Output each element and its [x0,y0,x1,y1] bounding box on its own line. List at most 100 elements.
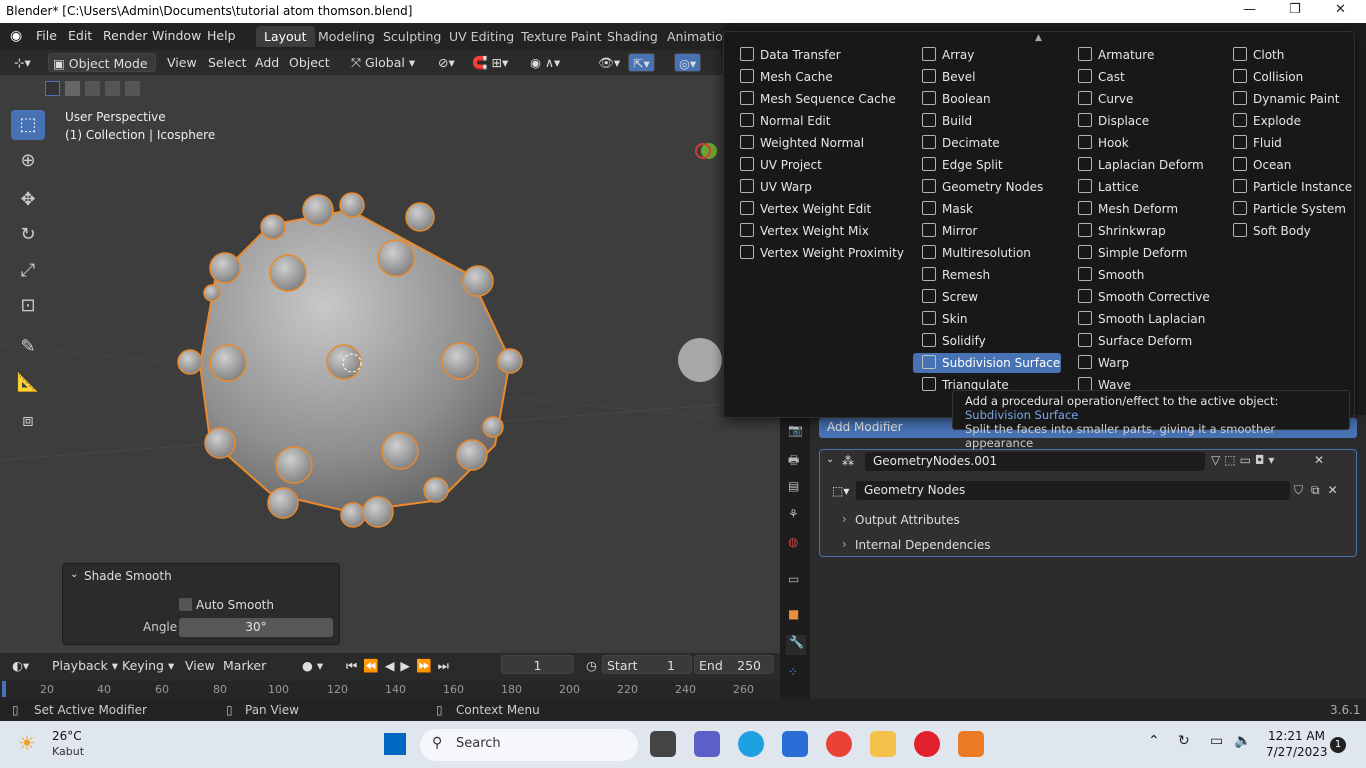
modifier-item-curve[interactable]: Curve [1069,89,1217,109]
collapse-icon[interactable]: ⌄ [70,569,78,580]
modifier-item-vertex-weight-mix[interactable]: Vertex Weight Mix [731,221,879,241]
start-icon[interactable] [384,733,406,755]
end-frame-field[interactable]: End 250 [694,655,774,674]
modifier-item-explode[interactable]: Explode [1224,111,1366,131]
keying-menu[interactable]: Keying ▾ [118,656,178,675]
marker-menu[interactable]: Marker [219,656,270,675]
modifier-item-displace[interactable]: Displace [1069,111,1217,131]
modifier-item-vertex-weight-proximity[interactable]: Vertex Weight Proximity [731,243,904,263]
timeline-view-menu[interactable]: View [181,656,219,675]
modifier-item-laplacian-deform[interactable]: Laplacian Deform [1069,155,1217,175]
store-icon[interactable] [782,731,808,757]
modifier-item-multiresolution[interactable]: Multiresolution [913,243,1061,263]
close-icon[interactable]: ✕ [1335,2,1346,17]
timeline-editor-icon[interactable]: ◐▾ [8,656,33,675]
modifier-item-mask[interactable]: Mask [913,199,1061,219]
modifier-item-screw[interactable]: Screw [913,287,1061,307]
meet-icon[interactable] [694,731,720,757]
render-tab-icon[interactable]: 📷 [788,423,803,437]
select-subtract-icon[interactable] [85,81,100,96]
tray-chevron-icon[interactable]: ⌃ [1148,733,1160,749]
modifier-item-smooth-laplacian[interactable]: Smooth Laplacian [1069,309,1217,329]
output-attributes-section[interactable]: Output Attributes [855,513,960,527]
modifier-item-mirror[interactable]: Mirror [913,221,1061,241]
editor-type-icon[interactable]: ⊹▾ [10,53,35,72]
frame-ruler[interactable]: 20 40 60 80 100 120 140 160 180 200 220 … [0,681,780,699]
transform-orientation[interactable]: ⤧ Global ▾ [347,53,419,72]
playhead[interactable] [2,681,6,697]
modifier-item-mesh-cache[interactable]: Mesh Cache [731,67,879,87]
view-layer-tab-icon[interactable]: ▤ [788,479,799,493]
clock-icon[interactable]: ◷ [582,656,601,675]
visibility-icon[interactable]: 👁▾ [594,53,624,72]
current-frame-field[interactable]: 1 [501,655,574,674]
menu-view[interactable]: View [163,53,201,72]
modifier-item-ocean[interactable]: Ocean [1224,155,1366,175]
modifier-item-collision[interactable]: Collision [1224,67,1366,87]
modifier-item-edge-split[interactable]: Edge Split [913,155,1061,175]
node-tree-icon[interactable]: ⬚▾ [832,484,849,498]
gizmo-icon[interactable]: ⇱▾ [628,53,655,72]
modifier-item-fluid[interactable]: Fluid [1224,133,1366,153]
clock-date[interactable]: 7/27/2023 [1266,745,1328,759]
menu-file[interactable]: File [36,28,57,43]
task-view-icon[interactable] [650,731,676,757]
volume-icon[interactable]: 🔈 [1234,733,1251,749]
modifier-item-surface-deform[interactable]: Surface Deform [1069,331,1217,351]
collection-tab-icon[interactable]: ▭ [788,572,799,586]
modifier-item-shrinkwrap[interactable]: Shrinkwrap [1069,221,1217,241]
modifier-item-weighted-normal[interactable]: Weighted Normal [731,133,879,153]
modifier-item-remesh[interactable]: Remesh [913,265,1061,285]
modifier-item-particle-system[interactable]: Particle System [1224,199,1366,219]
modifier-item-vertex-weight-edit[interactable]: Vertex Weight Edit [731,199,879,219]
node-group-actions-icons[interactable]: ⛉⧉✕ [1294,483,1346,498]
modifier-item-soft-body[interactable]: Soft Body [1224,221,1366,241]
modifier-item-build[interactable]: Build [913,111,1061,131]
tab-modeling[interactable]: Modeling [310,26,383,47]
modifier-tab-icon[interactable]: 🔧 [786,635,806,655]
modifier-item-warp[interactable]: Warp [1069,353,1217,373]
auto-smooth-checkbox[interactable] [179,598,192,611]
chrome-icon[interactable] [826,731,852,757]
taskbar-search[interactable]: ⚲ Search [420,729,638,761]
modifier-item-data-transfer[interactable]: Data Transfer [731,45,879,65]
transform-icon[interactable]: ⊡ [11,291,45,321]
modifier-item-mesh-sequence-cache[interactable]: Mesh Sequence Cache [731,89,896,109]
annotate-icon[interactable]: ✎ [11,332,45,362]
rotate-icon[interactable]: ↻ [11,220,45,250]
measure-icon[interactable]: 📐 [11,368,45,398]
scene-tab-icon[interactable]: ⚘ [788,507,799,521]
internal-dependencies-section[interactable]: Internal Dependencies [855,538,990,552]
select-new-icon[interactable] [45,81,60,96]
select-intersect-icon[interactable] [125,81,140,96]
opera-icon[interactable] [914,731,940,757]
modifier-item-array[interactable]: Array [913,45,1061,65]
tab-sculpting[interactable]: Sculpting [375,26,449,47]
menu-render[interactable]: Render [103,28,148,43]
modifier-item-armature[interactable]: Armature [1069,45,1217,65]
overlay-icon[interactable]: ◎▾ [674,53,702,72]
mode-selector[interactable]: ▣ Object Mode ▾ [48,53,156,86]
remove-modifier-icon[interactable]: ✕ [1314,453,1324,467]
node-group-field[interactable]: Geometry Nodes [856,481,1290,500]
add-cube-icon[interactable]: ⧈ [11,406,45,436]
scale-icon[interactable]: ⤢ [11,256,45,286]
modifier-item-cast[interactable]: Cast [1069,67,1217,87]
modifier-item-bevel[interactable]: Bevel [913,67,1061,87]
selection-mode-buttons[interactable] [45,81,140,98]
pivot-icon[interactable]: ⊘▾ [434,53,459,72]
world-tab-icon[interactable]: ◍ [788,535,798,549]
snap-icon[interactable]: 🧲 ⊞▾ [468,53,512,72]
edge-icon[interactable] [738,731,764,757]
menu-object[interactable]: Object [285,53,334,72]
chevron-right-icon[interactable]: › [842,537,847,551]
modifier-item-uv-warp[interactable]: UV Warp [731,177,879,197]
proportional-edit-icon[interactable]: ◉ ∧▾ [526,53,564,72]
modifier-item-skin[interactable]: Skin [913,309,1061,329]
modifier-item-boolean[interactable]: Boolean [913,89,1061,109]
modifier-item-cloth[interactable]: Cloth [1224,45,1366,65]
angle-field[interactable]: 30° [179,618,333,637]
modifier-item-particle-instance[interactable]: Particle Instance [1224,177,1366,197]
minimize-icon[interactable]: — [1243,2,1256,17]
modifier-item-uv-project[interactable]: UV Project [731,155,879,175]
